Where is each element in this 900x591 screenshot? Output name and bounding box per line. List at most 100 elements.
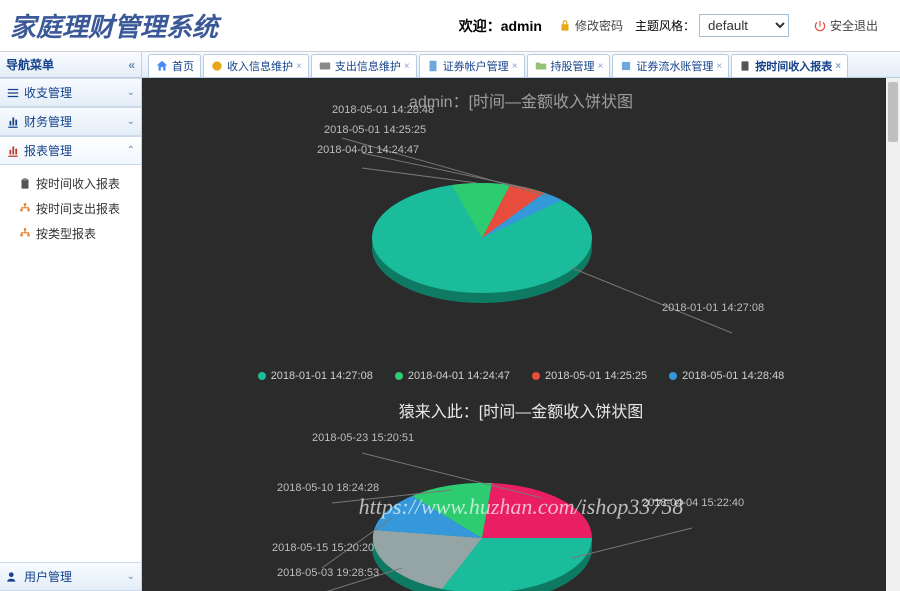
welcome-text: 欢迎：admin <box>459 16 542 36</box>
close-icon[interactable]: × <box>296 61 302 72</box>
slice-label: 2018-04-01 14:24:47 <box>317 144 419 156</box>
slice-label: 2018-05-10 18:24:28 <box>277 482 379 494</box>
logout-label: 安全退出 <box>830 17 878 34</box>
collapse-icon[interactable]: « <box>128 58 135 72</box>
sidebar-item-report[interactable]: 报表管理 ⌃ <box>0 136 141 165</box>
tree-item-label: 按时间收入报表 <box>36 175 120 192</box>
legend-dot <box>532 372 540 380</box>
sidebar-item-label: 用户管理 <box>24 568 72 585</box>
sidebar: 导航菜单 « 收支管理 ⌄ 财务管理 ⌄ 报表管理 ⌃ 按时间收入报表 按时间 <box>0 52 142 591</box>
clipboard-icon <box>18 177 32 191</box>
chart-title: 猿来入此：[时间—金额收入饼状图 <box>142 392 900 428</box>
tab-label: 首页 <box>172 58 194 74</box>
card-icon <box>318 59 332 73</box>
nav-title-label: 导航菜单 <box>6 56 54 73</box>
org-icon <box>18 227 32 241</box>
tab-label: 支出信息维护 <box>335 58 401 74</box>
nav-title: 导航菜单 « <box>0 52 141 78</box>
users-icon <box>6 570 20 584</box>
legend-item: 2018-04-01 14:24:47 <box>395 370 510 382</box>
tab-label: 按时间收入报表 <box>755 58 832 74</box>
report-item-time-income[interactable]: 按时间收入报表 <box>0 171 141 196</box>
main-layout: 导航菜单 « 收支管理 ⌄ 财务管理 ⌄ 报表管理 ⌃ 按时间收入报表 按时间 <box>0 52 900 591</box>
list-icon <box>6 86 20 100</box>
lock-icon <box>558 19 572 33</box>
power-icon <box>813 19 827 33</box>
coin-icon <box>210 59 224 73</box>
legend-dot <box>395 372 403 380</box>
legend-label: 2018-05-01 14:25:25 <box>545 370 647 382</box>
tab-sec-account[interactable]: 证券帐户管理 × <box>419 54 525 77</box>
tab-bar: 首页 收入信息维护 × 支出信息维护 × 证券帐户管理 × 持股管理 × <box>142 52 900 78</box>
slice-label: 2018-05-23 15:20:51 <box>312 432 414 444</box>
tab-label: 持股管理 <box>551 58 595 74</box>
legend-dot <box>669 372 677 380</box>
sidebar-item-income-expense[interactable]: 收支管理 ⌄ <box>0 78 141 107</box>
report-submenu: 按时间收入报表 按时间支出报表 按类型报表 <box>0 165 141 252</box>
welcome-user: admin <box>501 18 542 34</box>
legend-item: 2018-05-01 14:25:25 <box>532 370 647 382</box>
chart-viewport[interactable]: admin：[时间—金额收入饼状图 2018-05-01 14:28: <box>142 78 900 591</box>
close-icon[interactable]: × <box>598 61 604 72</box>
pie-chart-2: 猿来入此：[时间—金额收入饼状图 <box>142 392 900 591</box>
slice-label: 2018-05-01 14:28:48 <box>332 104 434 116</box>
app-title: 家庭理财管理系统 <box>10 7 218 44</box>
legend-item: 2018-05-01 14:28:48 <box>669 370 784 382</box>
chart-legend: 2018-01-01 14:27:08 2018-04-01 14:24:47 … <box>142 362 900 390</box>
chart-icon <box>6 115 20 129</box>
flow-icon <box>619 59 633 73</box>
slice-label: 2018-05-03 19:28:53 <box>277 567 379 579</box>
close-icon[interactable]: × <box>404 61 410 72</box>
legend-label: 2018-04-01 14:24:47 <box>408 370 510 382</box>
sidebar-item-label: 收支管理 <box>24 84 72 101</box>
sidebar-item-label: 报表管理 <box>24 142 72 159</box>
scrollbar[interactable] <box>886 78 900 591</box>
slice-label: 2018-04-04 15:22:40 <box>642 497 744 509</box>
tab-expense-info[interactable]: 支出信息维护 × <box>311 54 417 77</box>
pie-chart-svg <box>142 118 882 338</box>
sidebar-item-finance[interactable]: 财务管理 ⌄ <box>0 107 141 136</box>
close-icon[interactable]: × <box>512 61 518 72</box>
theme-select[interactable]: default <box>699 14 789 37</box>
app-header: 家庭理财管理系统 欢迎：admin 修改密码 主题风格： default 安全退… <box>0 0 900 52</box>
theme-label: 主题风格： <box>635 17 695 34</box>
tab-time-income-report[interactable]: 按时间收入报表 × <box>731 54 848 77</box>
tab-stock[interactable]: 持股管理 × <box>527 54 611 77</box>
home-icon <box>155 59 169 73</box>
tab-income-info[interactable]: 收入信息维护 × <box>203 54 309 77</box>
chart-title: admin：[时间—金额收入饼状图 <box>142 82 900 118</box>
logout-link[interactable]: 安全退出 <box>813 17 878 34</box>
content-pane: 首页 收入信息维护 × 支出信息维护 × 证券帐户管理 × 持股管理 × <box>142 52 900 591</box>
chevron-up-icon: ⌃ <box>127 145 135 156</box>
report-item-time-expense[interactable]: 按时间支出报表 <box>0 196 141 221</box>
tab-label: 证券流水账管理 <box>636 58 713 74</box>
close-icon[interactable]: × <box>835 61 841 72</box>
slice-label: 2018-05-15 15:20:20 <box>272 542 374 554</box>
sidebar-spacer <box>0 252 141 562</box>
legend-label: 2018-01-01 14:27:08 <box>271 370 373 382</box>
chevron-down-icon: ⌄ <box>127 571 135 582</box>
change-password-label: 修改密码 <box>575 17 623 34</box>
pie-chart-svg <box>142 428 882 591</box>
pie-chart-1: admin：[时间—金额收入饼状图 2018-05-01 14:28: <box>142 82 900 382</box>
org-icon <box>18 202 32 216</box>
chevron-down-icon: ⌄ <box>127 87 135 98</box>
scroll-thumb[interactable] <box>888 82 898 142</box>
legend-label: 2018-05-01 14:28:48 <box>682 370 784 382</box>
slice-label: 2018-05-01 14:25:25 <box>324 124 426 136</box>
tab-label: 收入信息维护 <box>227 58 293 74</box>
tab-home[interactable]: 首页 <box>148 54 201 77</box>
folder-icon <box>534 59 548 73</box>
change-password-link[interactable]: 修改密码 <box>558 17 623 34</box>
chevron-down-icon: ⌄ <box>127 116 135 127</box>
tree-item-label: 按时间支出报表 <box>36 200 120 217</box>
tab-sec-flow[interactable]: 证券流水账管理 × <box>612 54 729 77</box>
sidebar-item-user[interactable]: 用户管理 ⌄ <box>0 562 141 591</box>
report-item-by-type[interactable]: 按类型报表 <box>0 221 141 246</box>
sidebar-item-label: 财务管理 <box>24 113 72 130</box>
tree-item-label: 按类型报表 <box>36 225 96 242</box>
close-icon[interactable]: × <box>716 61 722 72</box>
bar-chart-icon <box>6 144 20 158</box>
legend-dot <box>258 372 266 380</box>
tab-label: 证券帐户管理 <box>443 58 509 74</box>
